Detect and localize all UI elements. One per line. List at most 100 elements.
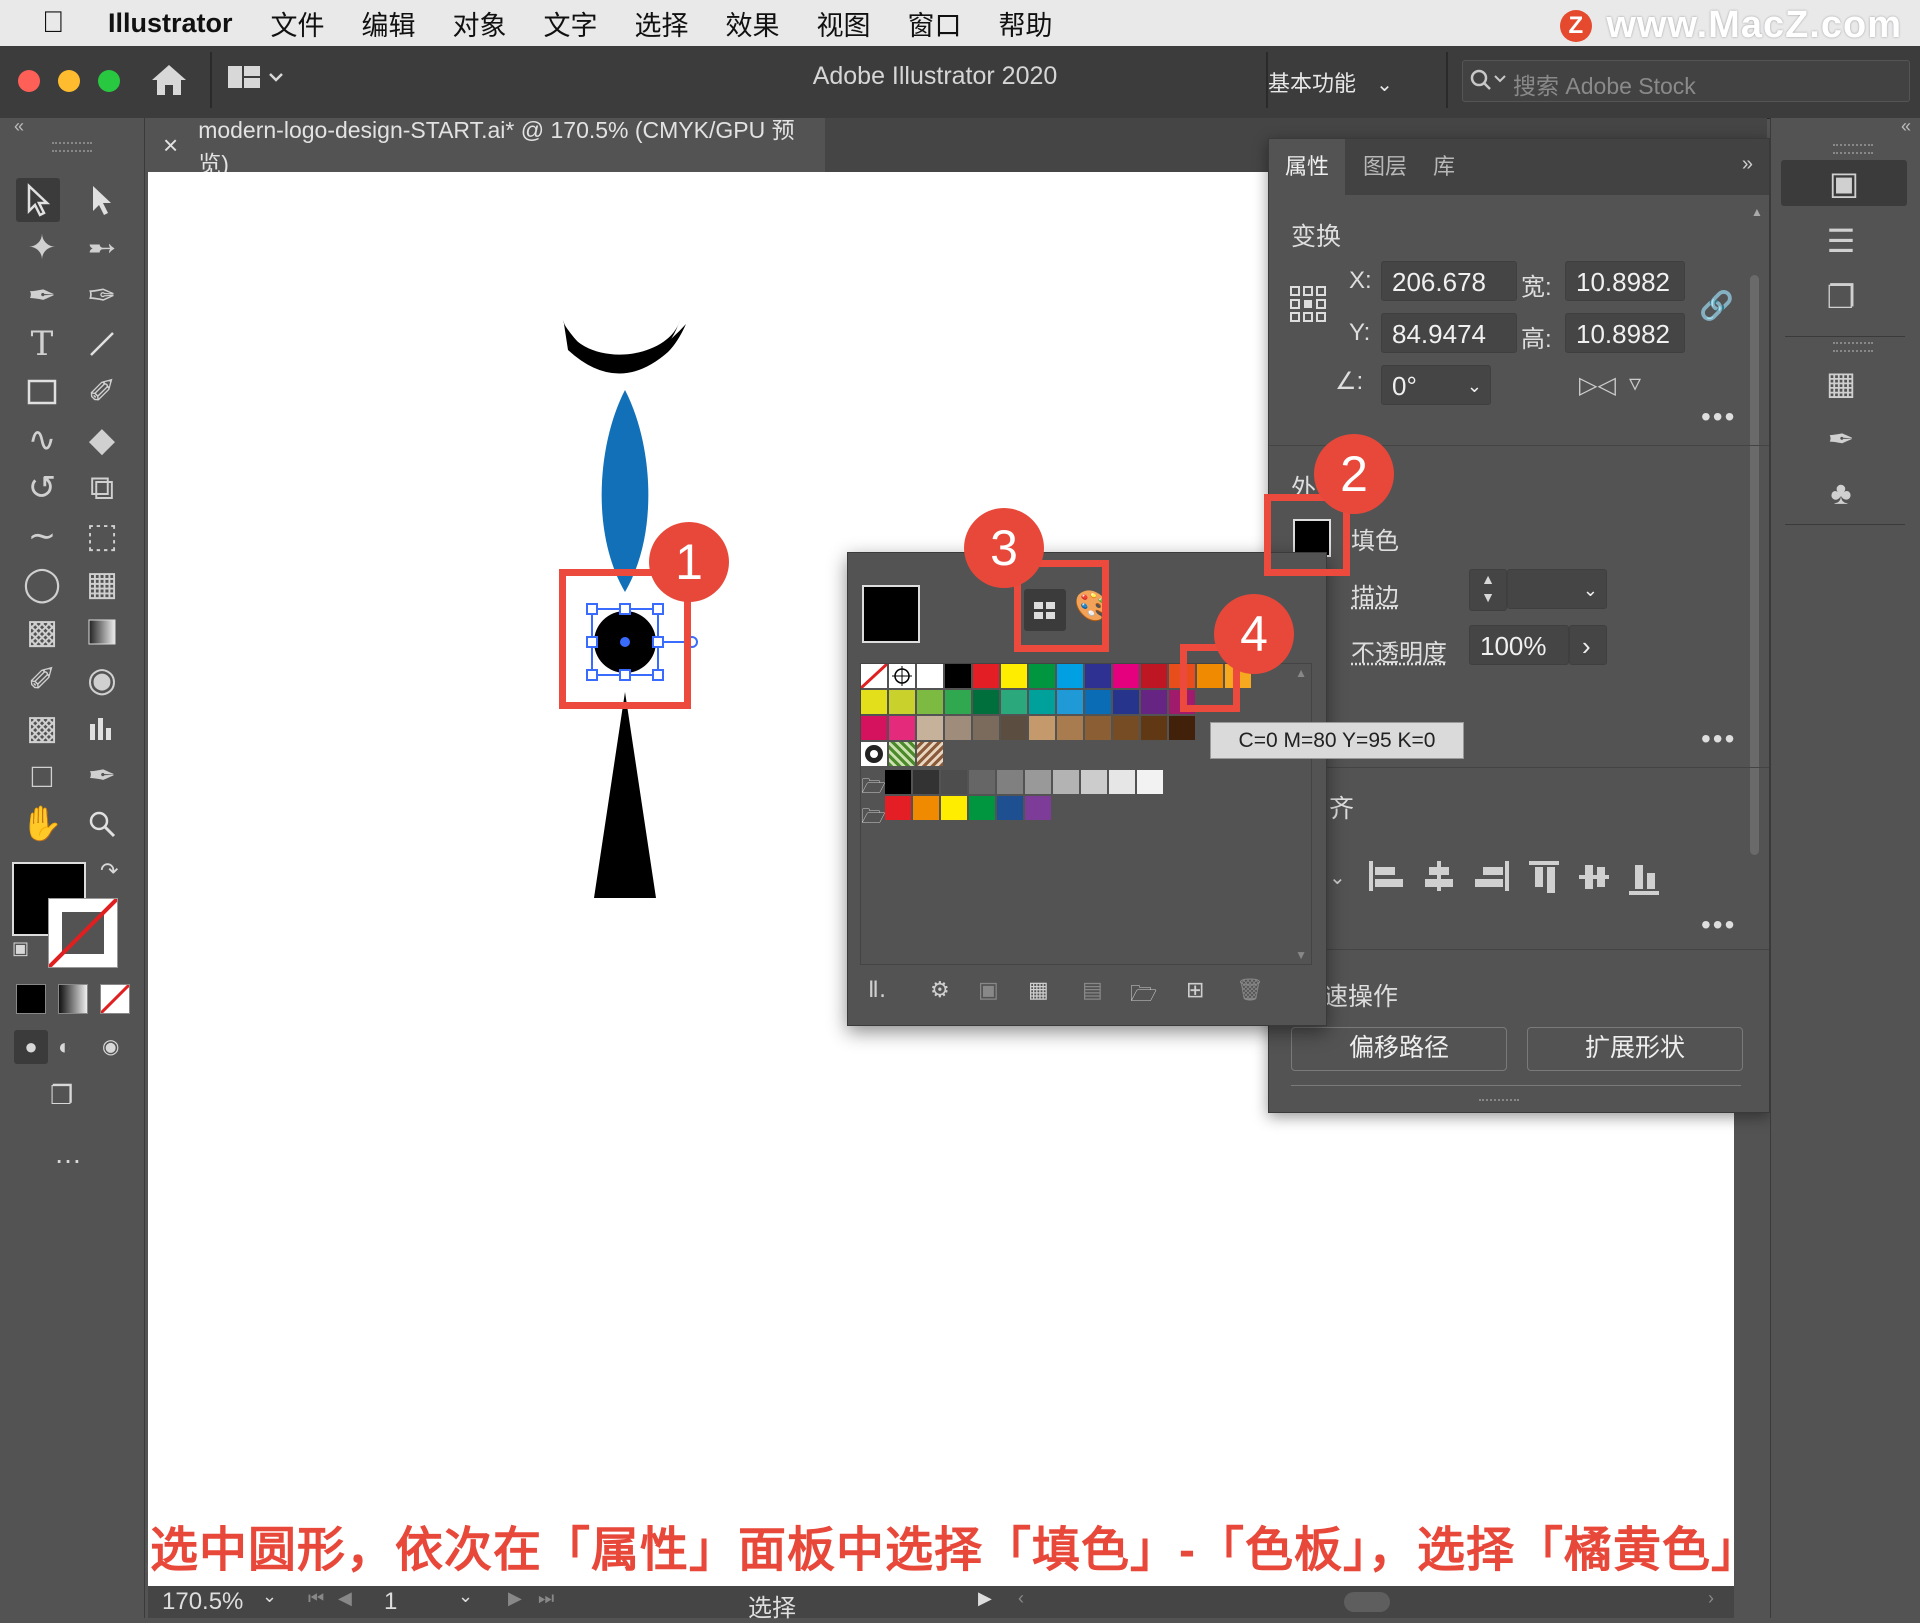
workspace-switcher[interactable]: 基本功能 ⌄ [1268,66,1393,98]
opacity-field[interactable]: 100% [1469,625,1569,665]
zoom-tool-icon[interactable] [80,802,124,846]
tab-properties[interactable]: 属性 [1269,139,1346,195]
shape-builder-tool-icon[interactable]: ◯ [20,562,64,606]
swatch[interactable] [1057,664,1083,688]
swatch[interactable] [1001,690,1027,714]
more-options-icon[interactable]: ••• [1701,401,1736,433]
swatch[interactable] [997,770,1023,794]
line-tool-icon[interactable] [80,322,124,366]
brushes-panel-icon[interactable]: ✒ [1791,416,1891,462]
swatch[interactable] [917,690,943,714]
edit-toolbar-icon[interactable]: … [54,1138,84,1170]
swatch[interactable] [945,716,971,740]
prev-artboard-icon[interactable]: ◀ [338,1588,352,1609]
swatch[interactable] [885,770,911,794]
swap-fill-stroke-icon[interactable]: ↷ [100,858,118,884]
swatch-registration[interactable] [889,664,915,688]
menu-window[interactable]: 窗口 [908,4,962,43]
menu-help[interactable]: 帮助 [999,4,1053,43]
rotate-angle-field[interactable]: 0° ⌄ [1381,365,1491,405]
opacity-label[interactable]: 不透明度 [1351,633,1447,668]
column-graph-tool-icon[interactable] [80,706,124,750]
symbols-panel-icon[interactable]: ♣ [1791,470,1891,516]
flip-horizontal-icon[interactable]: ▷◁ [1579,371,1616,400]
eraser-tool-icon[interactable]: ◆ [80,418,124,462]
more-options-icon[interactable]: ••• [1701,909,1736,941]
width-field[interactable]: 10.8982 [1565,261,1685,301]
flip-vertical-icon[interactable]: ▿ [1629,369,1641,398]
tab-layers[interactable]: 图层 [1347,139,1423,195]
show-swatch-kinds-icon[interactable]: ⚙ [930,977,950,1003]
swatch[interactable] [1141,716,1167,740]
menu-file[interactable]: 文件 [271,4,325,43]
panel-scrollbar[interactable]: ▲ [1747,205,1763,855]
more-options-icon[interactable]: ••• [1701,723,1736,755]
reference-point-icon[interactable] [1289,285,1327,323]
swatch[interactable] [1029,664,1055,688]
swatch-none[interactable] [861,664,887,688]
swatch[interactable] [973,716,999,740]
swatch[interactable] [1169,716,1195,740]
shaper-tool-icon[interactable]: ∿ [20,418,64,462]
next-artboard-icon[interactable]: ▶ [508,1588,522,1609]
status-menu-icon[interactable]: ▶ [978,1588,992,1609]
swatch[interactable] [889,690,915,714]
libraries-panel-icon[interactable]: ❐ [1791,274,1891,320]
swatch-pattern-2[interactable] [889,742,915,766]
width-tool-icon[interactable]: ∼ [20,514,64,558]
lasso-tool-icon[interactable]: ➸ [80,226,124,270]
scroll-right-icon[interactable]: › [1708,1588,1714,1609]
swatch[interactable] [969,796,995,820]
swatch[interactable] [1085,664,1111,688]
color-mode-button[interactable] [16,984,46,1014]
new-folder-icon[interactable]: 🗁 [1130,977,1157,1015]
constrain-proportions-icon[interactable]: 🔗 [1699,289,1734,322]
document-tab[interactable]: × modern-logo-design-START.ai* @ 170.5% … [145,117,825,177]
swatch[interactable] [1109,770,1135,794]
chevron-down-icon[interactable]: ⌄ [458,1586,473,1607]
draw-behind-icon[interactable]: ◐ [58,1030,71,1064]
menu-select[interactable]: 选择 [635,4,689,43]
symbol-sprayer-tool-icon[interactable]: ▩ [20,706,64,750]
grip-handle[interactable] [1833,144,1873,154]
close-tab-icon[interactable]: × [163,130,178,161]
eyedropper-tool-icon[interactable]: ✐ [20,658,64,702]
swatch[interactable] [1113,716,1139,740]
blend-tool-icon[interactable]: ◉ [80,658,124,702]
menu-type[interactable]: 文字 [544,4,598,43]
draw-normal-icon[interactable]: ● [14,1030,48,1064]
swatch[interactable] [1001,664,1027,688]
default-fill-stroke-icon[interactable]: ▣ [12,938,29,959]
swatch[interactable] [861,716,887,740]
stroke-weight-field[interactable]: ⌄ [1507,569,1607,609]
swatch-list-icon[interactable]: ▤ [1082,977,1103,1003]
rectangle-tool-icon[interactable] [20,370,64,414]
collapse-panel-icon[interactable]: « [14,116,24,137]
chevron-down-icon[interactable]: ⌄ [262,1586,277,1607]
swatch[interactable] [917,716,943,740]
horizontal-scrollbar-thumb[interactable] [1344,1592,1390,1612]
swatch[interactable] [1085,716,1111,740]
swatch[interactable] [1025,770,1051,794]
swatch-pattern-3[interactable] [917,742,943,766]
delete-swatch-icon[interactable]: 🗑 [1236,977,1264,1003]
last-artboard-icon[interactable]: ⏭ [538,1588,554,1609]
swatch[interactable] [945,690,971,714]
magic-wand-tool-icon[interactable]: ✦ [20,226,64,270]
draw-inside-icon[interactable]: ◉ [102,1030,119,1064]
mesh-tool-icon[interactable]: ▩ [20,610,64,654]
swatch[interactable] [997,796,1023,820]
swatch-options-icon[interactable]: ▣ [978,977,999,1003]
swatch[interactable] [1029,690,1055,714]
direct-selection-tool-icon[interactable] [80,178,124,222]
panel-menu-icon[interactable]: » [1742,153,1753,176]
swatch[interactable] [1081,770,1107,794]
slice-tool-icon[interactable]: ✒ [80,754,124,798]
pen-tool-icon[interactable]: ✒ [20,274,64,318]
grip-handle[interactable] [52,142,92,152]
swatch[interactable] [1001,716,1027,740]
menu-edit[interactable]: 编辑 [362,4,416,43]
grip-handle[interactable] [1833,342,1873,352]
swatch[interactable] [885,796,911,820]
swatch[interactable] [1085,690,1111,714]
